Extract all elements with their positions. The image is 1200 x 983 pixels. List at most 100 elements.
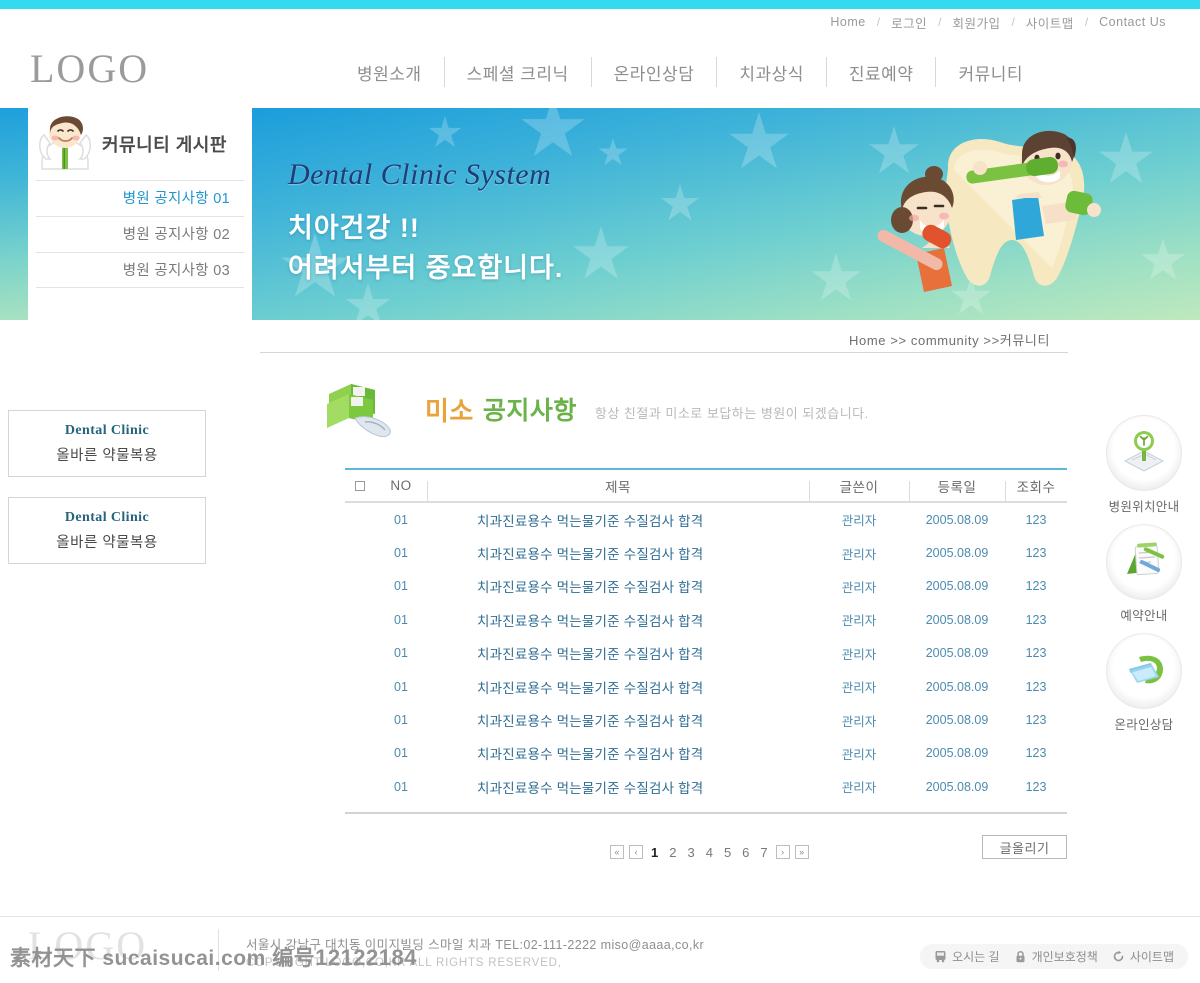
pagination-page-5[interactable]: 5 bbox=[721, 845, 734, 860]
utility-navigation: Home / 로그인 / 회원가입 / 사이트맵 / Contact Us bbox=[0, 9, 1200, 35]
util-link-contact[interactable]: Contact Us bbox=[1099, 15, 1166, 29]
notice-board: NO 제목 글쓴이 등록일 조회수 01 치과진료용수 먹는물기준 수질검사 합… bbox=[345, 468, 1067, 814]
table-row[interactable]: 01 치과진료용수 먹는물기준 수질검사 합격 관리자 2005.08.09 1… bbox=[345, 670, 1067, 703]
row-writer: 관리자 bbox=[841, 614, 877, 629]
pagination-page-3[interactable]: 3 bbox=[684, 845, 697, 860]
row-no: 01 bbox=[394, 646, 408, 661]
row-writer: 관리자 bbox=[841, 781, 877, 796]
pagination-controls: « ‹ 1 2 3 4 5 6 7 › » bbox=[610, 845, 809, 860]
map-pin-icon bbox=[1123, 431, 1165, 472]
board-bottom-border bbox=[345, 811, 1067, 814]
row-writer: 관리자 bbox=[841, 514, 877, 529]
pagination-page-6[interactable]: 6 bbox=[739, 845, 752, 860]
table-row[interactable]: 01 치과진료용수 먹는물기준 수질검사 합격 관리자 2005.08.09 1… bbox=[345, 637, 1067, 670]
row-title[interactable]: 치과진료용수 먹는물기준 수질검사 합격 bbox=[427, 777, 809, 797]
row-hits: 123 bbox=[1025, 612, 1047, 627]
star-decor bbox=[521, 108, 585, 157]
quick-item-location[interactable]: 병원위치안내 bbox=[1106, 415, 1182, 515]
page-root: Home / 로그인 / 회원가입 / 사이트맵 / Contact Us LO… bbox=[0, 0, 1200, 983]
table-row[interactable]: 01 치과진료용수 먹는물기준 수질검사 합격 관리자 2005.08.09 1… bbox=[345, 536, 1067, 569]
pagination-next-button[interactable]: › bbox=[775, 845, 790, 859]
sidebar-title: 커뮤니티 게시판 bbox=[102, 135, 227, 155]
row-title[interactable]: 치과진료용수 먹는물기준 수질검사 합격 bbox=[427, 510, 809, 530]
util-link-signup[interactable]: 회원가입 bbox=[952, 13, 1000, 32]
quick-item-reservation[interactable]: 예약안내 bbox=[1106, 524, 1182, 624]
nav-item-online-consult[interactable]: 온라인상담 bbox=[592, 60, 717, 85]
pagination-page-7[interactable]: 7 bbox=[757, 845, 770, 860]
content-header: 미소 공지사항 항상 친절과 미소로 보답하는 병원이 되겠습니다. bbox=[325, 378, 869, 440]
refresh-icon bbox=[1113, 950, 1124, 962]
star-decor bbox=[598, 138, 628, 166]
nav-item-dental-info[interactable]: 치과상식 bbox=[717, 60, 826, 85]
site-logo[interactable]: LOGO bbox=[30, 45, 149, 92]
footer-links: 오시는 길 개인보호정책 사이트맵 bbox=[920, 944, 1188, 969]
header-date: 등록일 bbox=[909, 476, 1005, 503]
util-link-home[interactable]: Home bbox=[830, 15, 865, 29]
row-no: 01 bbox=[394, 679, 408, 694]
row-hits: 123 bbox=[1025, 779, 1047, 794]
row-writer: 관리자 bbox=[841, 747, 877, 762]
pagination-page-1[interactable]: 1 bbox=[648, 845, 661, 860]
banner-subtitle-line1: 치아건강 !! bbox=[288, 213, 420, 243]
table-row[interactable]: 01 치과진료용수 먹는물기준 수질검사 합격 관리자 2005.08.09 1… bbox=[345, 737, 1067, 770]
pagination-prev-button[interactable]: ‹ bbox=[629, 845, 643, 859]
quick-item-consult[interactable]: 온라인상담 bbox=[1106, 633, 1182, 733]
sidebar-item-notice-02[interactable]: 병원 공지사항 02 bbox=[36, 216, 244, 252]
content-title-highlight: 미소 bbox=[425, 395, 474, 426]
footer-link-privacy[interactable]: 개인보호정책 bbox=[1014, 948, 1098, 965]
nav-item-special-clinic[interactable]: 스페셜 크리닉 bbox=[445, 60, 591, 85]
row-no: 01 bbox=[394, 512, 408, 527]
footer-link-sitemap[interactable]: 사이트맵 bbox=[1112, 948, 1174, 965]
top-accent-bar bbox=[0, 0, 1200, 9]
star-decor bbox=[345, 283, 391, 320]
row-title[interactable]: 치과진료용수 먹는물기준 수질검사 합격 bbox=[427, 710, 809, 730]
promo-banner-2[interactable]: Dental Clinic 올바른 약물복용 bbox=[8, 497, 206, 564]
pagination-first-button[interactable]: « bbox=[610, 845, 624, 859]
nav-item-intro[interactable]: 병원소개 bbox=[335, 60, 444, 85]
row-title[interactable]: 치과진료용수 먹는물기준 수질검사 합격 bbox=[427, 576, 809, 596]
row-hits: 123 bbox=[1025, 512, 1047, 527]
select-all-checkbox-cell[interactable] bbox=[345, 478, 375, 493]
nav-item-reservation[interactable]: 진료예약 bbox=[827, 60, 936, 85]
stock-watermark: 素材天下 sucaisucai.com 编号12122184 bbox=[10, 942, 417, 972]
util-link-sitemap[interactable]: 사이트맵 bbox=[1026, 13, 1074, 32]
dentist-character-icon bbox=[39, 116, 91, 170]
footer-link-label: 오시는 길 bbox=[952, 950, 1000, 964]
table-row[interactable]: 01 치과진료용수 먹는물기준 수질검사 합격 관리자 2005.08.09 1… bbox=[345, 503, 1067, 536]
pagination-page-2[interactable]: 2 bbox=[666, 845, 679, 860]
sidebar-item-notice-03[interactable]: 병원 공지사항 03 bbox=[36, 252, 244, 288]
table-row[interactable]: 01 치과진료용수 먹는물기준 수질검사 합격 관리자 2005.08.09 1… bbox=[345, 770, 1067, 803]
footer-link-label: 사이트맵 bbox=[1129, 950, 1174, 964]
row-no: 01 bbox=[394, 546, 408, 561]
row-date: 2005.08.09 bbox=[925, 746, 989, 761]
footer-link-directions[interactable]: 오시는 길 bbox=[934, 948, 1000, 965]
row-title[interactable]: 치과진료용수 먹는물기준 수질검사 합격 bbox=[427, 610, 809, 630]
row-title[interactable]: 치과진료용수 먹는물기준 수질검사 합격 bbox=[427, 677, 809, 697]
sidebar-panel: 커뮤니티 게시판 병원 공지사항 01 병원 공지사항 02 병원 공지사항 0… bbox=[0, 108, 252, 320]
row-title[interactable]: 치과진료용수 먹는물기준 수질검사 합격 bbox=[427, 643, 809, 663]
checkbox-icon[interactable] bbox=[355, 481, 365, 492]
row-writer: 관리자 bbox=[841, 647, 877, 662]
header-writer: 글쓴이 bbox=[809, 476, 909, 503]
table-row[interactable]: 01 치과진료용수 먹는물기준 수질검사 합격 관리자 2005.08.09 1… bbox=[345, 570, 1067, 603]
pagination-last-button[interactable]: » bbox=[794, 845, 809, 859]
row-title[interactable]: 치과진료용수 먹는물기준 수질검사 합격 bbox=[427, 743, 809, 763]
util-link-login[interactable]: 로그인 bbox=[891, 13, 927, 32]
pagination-page-4[interactable]: 4 bbox=[703, 845, 716, 860]
nav-item-community[interactable]: 커뮤니티 bbox=[936, 60, 1045, 85]
quick-icon-wrap bbox=[1106, 524, 1182, 600]
sidebar-item-notice-01[interactable]: 병원 공지사항 01 bbox=[36, 180, 244, 216]
row-writer: 관리자 bbox=[841, 547, 877, 562]
sidebar-inner: 커뮤니티 게시판 병원 공지사항 01 병원 공지사항 02 병원 공지사항 0… bbox=[28, 108, 252, 320]
sidebar-menu-list: 병원 공지사항 01 병원 공지사항 02 병원 공지사항 03 bbox=[28, 180, 252, 288]
table-row[interactable]: 01 치과진료용수 먹는물기준 수질검사 합격 관리자 2005.08.09 1… bbox=[345, 703, 1067, 736]
quick-icon-wrap bbox=[1106, 415, 1182, 491]
row-writer: 관리자 bbox=[841, 681, 877, 696]
write-post-button[interactable]: 글올리기 bbox=[982, 835, 1067, 859]
table-row[interactable]: 01 치과진료용수 먹는물기준 수질검사 합격 관리자 2005.08.09 1… bbox=[345, 603, 1067, 636]
row-no: 01 bbox=[394, 579, 408, 594]
promo-banner-1[interactable]: Dental Clinic 올바른 약물복용 bbox=[8, 410, 206, 477]
row-title[interactable]: 치과진료용수 먹는물기준 수질검사 합격 bbox=[427, 543, 809, 563]
row-hits: 123 bbox=[1025, 746, 1047, 761]
header-hits: 조회수 bbox=[1005, 476, 1067, 503]
